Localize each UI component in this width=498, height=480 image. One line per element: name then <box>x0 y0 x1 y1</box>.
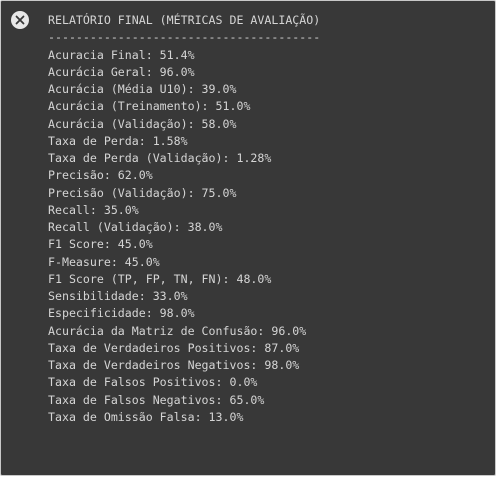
close-icon <box>15 15 25 25</box>
metric-line: Recall (Validação): 38.0% <box>48 220 223 234</box>
clear-output-button[interactable] <box>11 11 29 29</box>
report-separator: --------------------------------------- <box>48 30 321 45</box>
metric-line: Taxa de Omissão Falsa: 13.0% <box>48 409 244 424</box>
metric-line: Acurácia Geral: 96.0% <box>48 64 195 79</box>
metric-line: Taxa de Perda: 1.58% <box>48 133 188 148</box>
metric-line: Precisão: 62.0% <box>48 168 153 183</box>
metric-line: F1 Score (TP, FP, TN, FN): 48.0% <box>48 271 272 286</box>
metric-line: Taxa de Verdadeiros Negativos: 98.0% <box>48 358 300 372</box>
metric-line: Taxa de Perda (Validação): 1.28% <box>48 151 272 165</box>
report-header: RELATÓRIO FINAL (MÉTRICAS DE AVALIAÇÃO) <box>48 13 321 27</box>
metric-line: F-Measure: 45.0% <box>48 254 160 269</box>
metric-line: Especificidade: 98.0% <box>48 306 195 321</box>
metric-line: F1 Score: 45.0% <box>48 237 153 252</box>
output-text: RELATÓRIO FINAL (MÉTRICAS DE AVALIAÇÃO) -… <box>48 12 320 426</box>
metric-line: Recall: 35.0% <box>48 202 139 217</box>
metric-line: Sensibilidade: 33.0% <box>48 289 188 303</box>
metric-line: Acurácia (Média U10): 39.0% <box>48 82 237 96</box>
metric-line: Taxa de Falsos Positivos: 0.0% <box>48 375 258 390</box>
metric-line: Acurácia da Matriz de Confusão: 96.0% <box>48 323 307 338</box>
metric-line: Precisão (Validação): 75.0% <box>48 185 237 200</box>
cell-output-area: RELATÓRIO FINAL (MÉTRICAS DE AVALIAÇÃO) -… <box>0 0 496 476</box>
metric-line: Acurácia (Treinamento): 51.0% <box>48 99 251 114</box>
metric-line: Taxa de Falsos Negativos: 65.0% <box>48 392 265 407</box>
metric-line: Acuracia Final: 51.4% <box>48 47 195 62</box>
metric-line: Acurácia (Validação): 58.0% <box>48 116 237 131</box>
metric-line: Taxa de Verdadeiros Positivos: 87.0% <box>48 340 300 355</box>
